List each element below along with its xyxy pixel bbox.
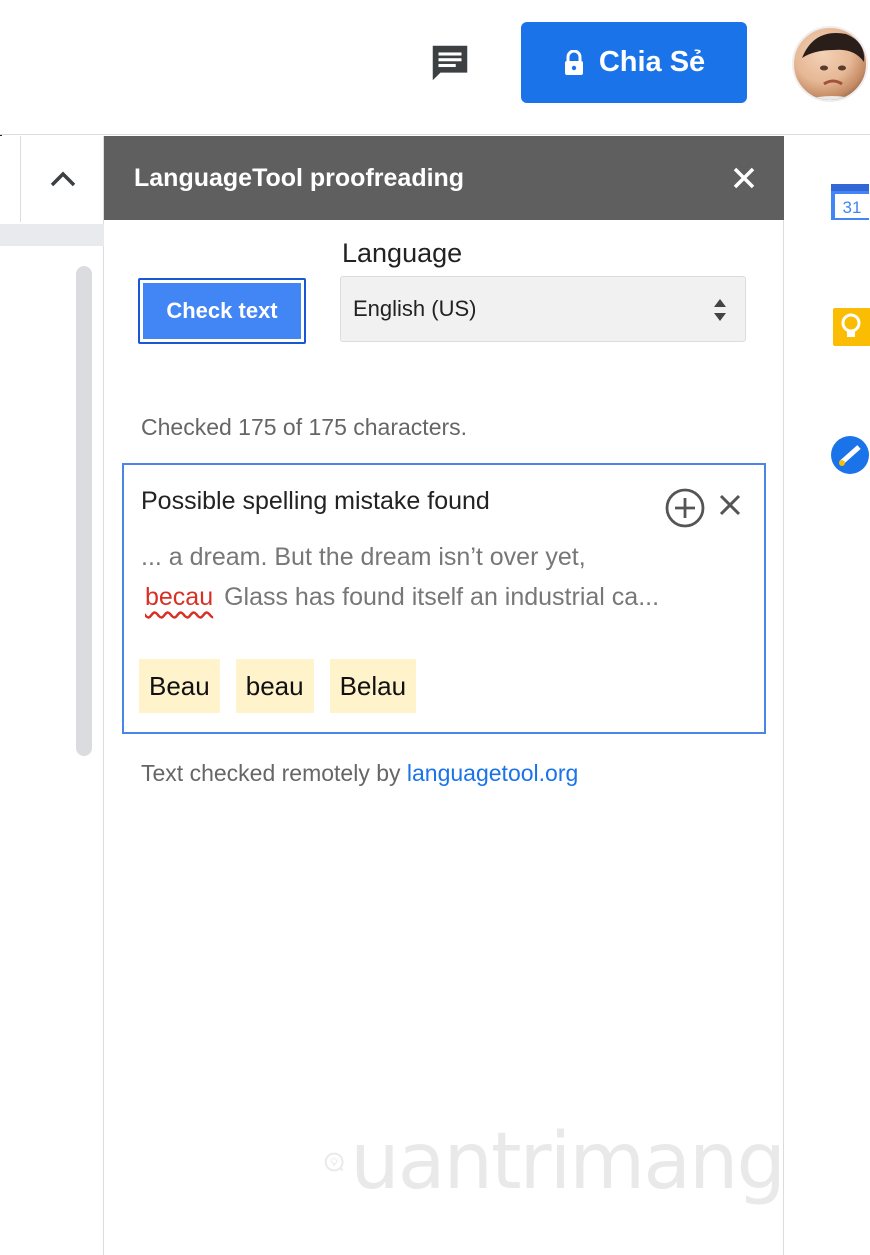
close-icon — [733, 167, 755, 189]
watermark-text: uantrimang — [350, 1117, 786, 1207]
select-arrows-icon — [714, 299, 726, 321]
watermark: uantrimang — [324, 1102, 786, 1222]
match-card: Possible spelling mistake found ... a dr… — [122, 463, 766, 734]
sidebar-title: LanguageTool proofreading — [134, 163, 465, 192]
scrollbar-thumb[interactable] — [76, 266, 92, 756]
suggestion-beau[interactable]: beau — [235, 659, 314, 713]
chevron-up-icon — [50, 171, 75, 187]
document-column — [0, 136, 104, 1255]
language-select[interactable]: English (US) — [340, 276, 746, 342]
right-rail: 31 — [785, 136, 870, 1255]
match-title: Possible spelling mistake found — [141, 487, 490, 515]
sidebar-close-button[interactable] — [724, 158, 764, 198]
language-label: Language — [342, 238, 463, 268]
checked-info: Checked 175 of 175 characters. — [141, 414, 468, 440]
suggestion-belau[interactable]: Belau — [329, 659, 417, 713]
tasks-icon[interactable] — [829, 434, 870, 476]
suggestions-list: Beau beau Belau — [139, 659, 417, 713]
calendar-day: 31 — [843, 198, 862, 217]
collapse-button[interactable] — [20, 136, 104, 222]
top-bar: Chia Sẻ — [0, 0, 870, 135]
share-button[interactable]: Chia Sẻ — [521, 22, 747, 103]
add-to-dictionary-icon[interactable] — [664, 487, 706, 529]
footer-prefix: Text checked remotely by — [141, 760, 401, 786]
lightbulb-logo-icon — [324, 1152, 344, 1172]
language-select-value: English (US) — [353, 296, 477, 321]
context-after: Glass has found itself an industrial ca.… — [224, 583, 660, 611]
dismiss-icon[interactable] — [716, 491, 744, 519]
languagetool-link[interactable]: languagetool.org — [407, 760, 578, 786]
check-text-label: Check text — [143, 283, 301, 339]
error-word: becau — [145, 583, 214, 611]
suggestion-beau-cap[interactable]: Beau — [139, 659, 220, 713]
sidebar-header: LanguageTool proofreading — [104, 136, 784, 220]
calendar-icon[interactable]: 31 — [829, 180, 870, 222]
avatar-photo — [802, 33, 865, 100]
comments-button[interactable] — [424, 38, 476, 88]
footer-note: Text checked remotely by languagetool.or… — [141, 760, 578, 787]
context-before: ... a dream. But the dream isn’t over ye… — [141, 543, 586, 571]
share-label: Chia Sẻ — [598, 46, 706, 78]
lock-icon — [564, 49, 583, 75]
comment-icon — [432, 45, 468, 81]
match-context: ... a dream. But the dream isn’t over ye… — [141, 537, 741, 617]
keep-icon[interactable] — [829, 306, 870, 348]
ruler-strip — [0, 224, 104, 246]
languagetool-sidebar: LanguageTool proofreading Language Check… — [104, 136, 786, 1255]
avatar[interactable] — [792, 26, 868, 102]
check-text-button[interactable]: Check text — [138, 278, 306, 344]
